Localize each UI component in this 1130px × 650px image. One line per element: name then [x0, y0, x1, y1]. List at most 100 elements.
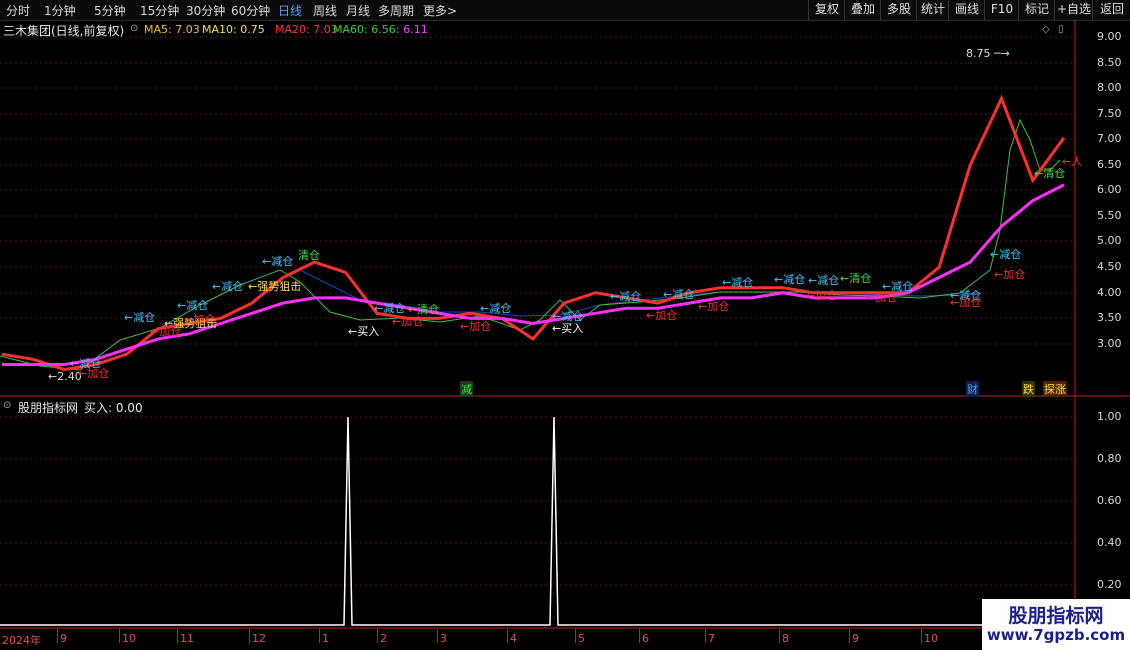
indicator-title: 股朋指标网 — [18, 401, 79, 415]
date-tick-label: 6 — [642, 632, 649, 645]
draw-button[interactable]: 画线 — [948, 0, 985, 20]
signal-label: ←清仓 — [840, 272, 872, 285]
period-tab-monthly[interactable]: 月线 — [346, 2, 370, 19]
period-tab-15min[interactable]: 15分钟 — [140, 2, 179, 19]
date-tick-label: 3 — [440, 632, 447, 645]
price-tick-label: 3.50 — [1097, 311, 1122, 324]
high-value: 8.75 — [966, 47, 991, 60]
signal-label: ←减仓 — [610, 290, 642, 303]
stock-title: 三木集团(日线,前复权) — [3, 24, 125, 38]
period-tab-more[interactable]: 更多> — [423, 2, 457, 19]
signal-label: ←减仓 — [663, 288, 695, 301]
collapse-circle-icon[interactable]: ⊙ — [130, 23, 138, 34]
arrow-left-icon: ← — [48, 370, 58, 383]
signal-label: ←加仓 — [866, 291, 898, 304]
signal-label: ←减仓 — [262, 255, 294, 268]
signal-label: ←加仓 — [392, 315, 424, 328]
signal-label: ←加仓 — [994, 268, 1026, 281]
date-tick-label: 5 — [578, 632, 585, 645]
signal-label: ←加仓 — [646, 309, 678, 322]
date-tick-label: 10 — [924, 632, 938, 645]
signal-label: ←加仓 — [950, 296, 982, 309]
date-tick — [705, 629, 706, 643]
price-tick-label: 5.50 — [1097, 209, 1122, 222]
price-tick-label: 5.00 — [1097, 234, 1122, 247]
window-icon[interactable]: ▯ — [1058, 24, 1064, 35]
period-tab-1min[interactable]: 1分钟 — [44, 2, 76, 19]
signal-label: ←减仓 — [480, 302, 512, 315]
event-tag[interactable]: 探涨 — [1043, 381, 1067, 397]
date-tick — [921, 629, 922, 643]
back-button[interactable]: 返回 — [1092, 0, 1130, 20]
more-label: 更多 — [423, 4, 448, 18]
price-tick-label: 7.00 — [1097, 132, 1122, 145]
price-tick-label: 3.00 — [1097, 337, 1122, 350]
period-tab-fenshi[interactable]: 分时 — [6, 2, 30, 19]
date-tick-label: 9 — [852, 632, 859, 645]
indicator-value: 买入: 0.00 — [84, 401, 143, 415]
diamond-icon[interactable]: ◇ — [1042, 24, 1050, 35]
event-tag[interactable]: 跌 — [1022, 381, 1035, 397]
f10-button[interactable]: F10 — [984, 0, 1019, 20]
period-tab-5min[interactable]: 5分钟 — [94, 2, 126, 19]
ma5-value: MA5: 7.03 — [144, 23, 200, 36]
low-price-label: ←2.40 — [48, 370, 82, 383]
signal-label: ←加仓 — [460, 320, 492, 333]
signal-label: ←减仓 — [990, 248, 1022, 261]
signal-label: ←买入 — [552, 322, 584, 335]
period-tab-daily[interactable]: 日线 — [278, 2, 302, 19]
indicator-tick-label: 0.40 — [1097, 536, 1122, 549]
date-tick — [779, 629, 780, 643]
date-tick-label: 8 — [782, 632, 789, 645]
date-tick-label: 7 — [708, 632, 715, 645]
high-price-label: 8.75 ─→ — [966, 47, 1010, 60]
add-favorite-button[interactable]: +自选 — [1054, 0, 1093, 20]
signal-label: ←强势狙击 — [248, 280, 302, 293]
price-grid — [0, 36, 1075, 586]
date-tick — [377, 629, 378, 643]
date-tick — [319, 629, 320, 643]
date-tick-label: 12 — [252, 632, 266, 645]
signal-label: ←买入 — [348, 325, 380, 338]
period-tab-30min[interactable]: 30分钟 — [186, 2, 225, 19]
date-tick-label: 10 — [122, 632, 136, 645]
price-tick-label: 8.50 — [1097, 56, 1122, 69]
date-tick-label: 1 — [322, 632, 329, 645]
event-tag[interactable]: 财 — [966, 381, 979, 397]
collapse-circle-icon[interactable]: ⊙ — [3, 400, 11, 411]
watermark-url: www.7gpzb.com — [986, 626, 1126, 644]
watermark-title: 股朋指标网 — [1008, 605, 1104, 627]
date-tick — [57, 629, 58, 643]
overlay-button[interactable]: 叠加 — [844, 0, 881, 20]
ma20-value: MA20: 7.03 — [275, 23, 338, 36]
period-tab-60min[interactable]: 60分钟 — [231, 2, 270, 19]
signal-label: ←减仓 — [774, 273, 806, 286]
period-tab-multi[interactable]: 多周期 — [378, 2, 414, 19]
date-tick-label: 2 — [380, 632, 387, 645]
extra-value: : 6.11 — [396, 23, 428, 36]
mark-button[interactable]: 标记 — [1018, 0, 1055, 20]
period-tab-weekly[interactable]: 周线 — [313, 2, 337, 19]
fuquan-button[interactable]: 复权 — [808, 0, 845, 20]
signal-label: 清仓 — [298, 249, 320, 262]
date-tick — [507, 629, 508, 643]
indicator-tick-label: 1.00 — [1097, 410, 1122, 423]
event-tag[interactable]: 减 — [460, 381, 473, 397]
signal-label: ←加仓 — [698, 300, 730, 313]
date-tick — [849, 629, 850, 643]
arrow-right-icon: ─→ — [990, 47, 1010, 60]
price-tick-label: 4.50 — [1097, 260, 1122, 273]
signal-label: ←人 — [1062, 155, 1083, 168]
ma60-value: MA60: 6.56 — [333, 23, 396, 36]
buy-indicator-spikes — [0, 416, 1075, 626]
date-tick-label: 4 — [510, 632, 517, 645]
signal-label: ←减仓 — [808, 274, 840, 287]
date-tick — [119, 629, 120, 643]
period-toolbar: 分时 1分钟 5分钟 15分钟 30分钟 60分钟 日线 周线 月线 多周期 更… — [0, 0, 1130, 21]
indicator-tick-label: 0.80 — [1097, 452, 1122, 465]
chevron-right-icon: > — [447, 4, 458, 18]
multi-stock-button[interactable]: 多股 — [880, 0, 917, 20]
date-tick — [249, 629, 250, 643]
stats-button[interactable]: 统计 — [916, 0, 949, 20]
site-watermark: 股朋指标网 www.7gpzb.com — [982, 599, 1130, 650]
